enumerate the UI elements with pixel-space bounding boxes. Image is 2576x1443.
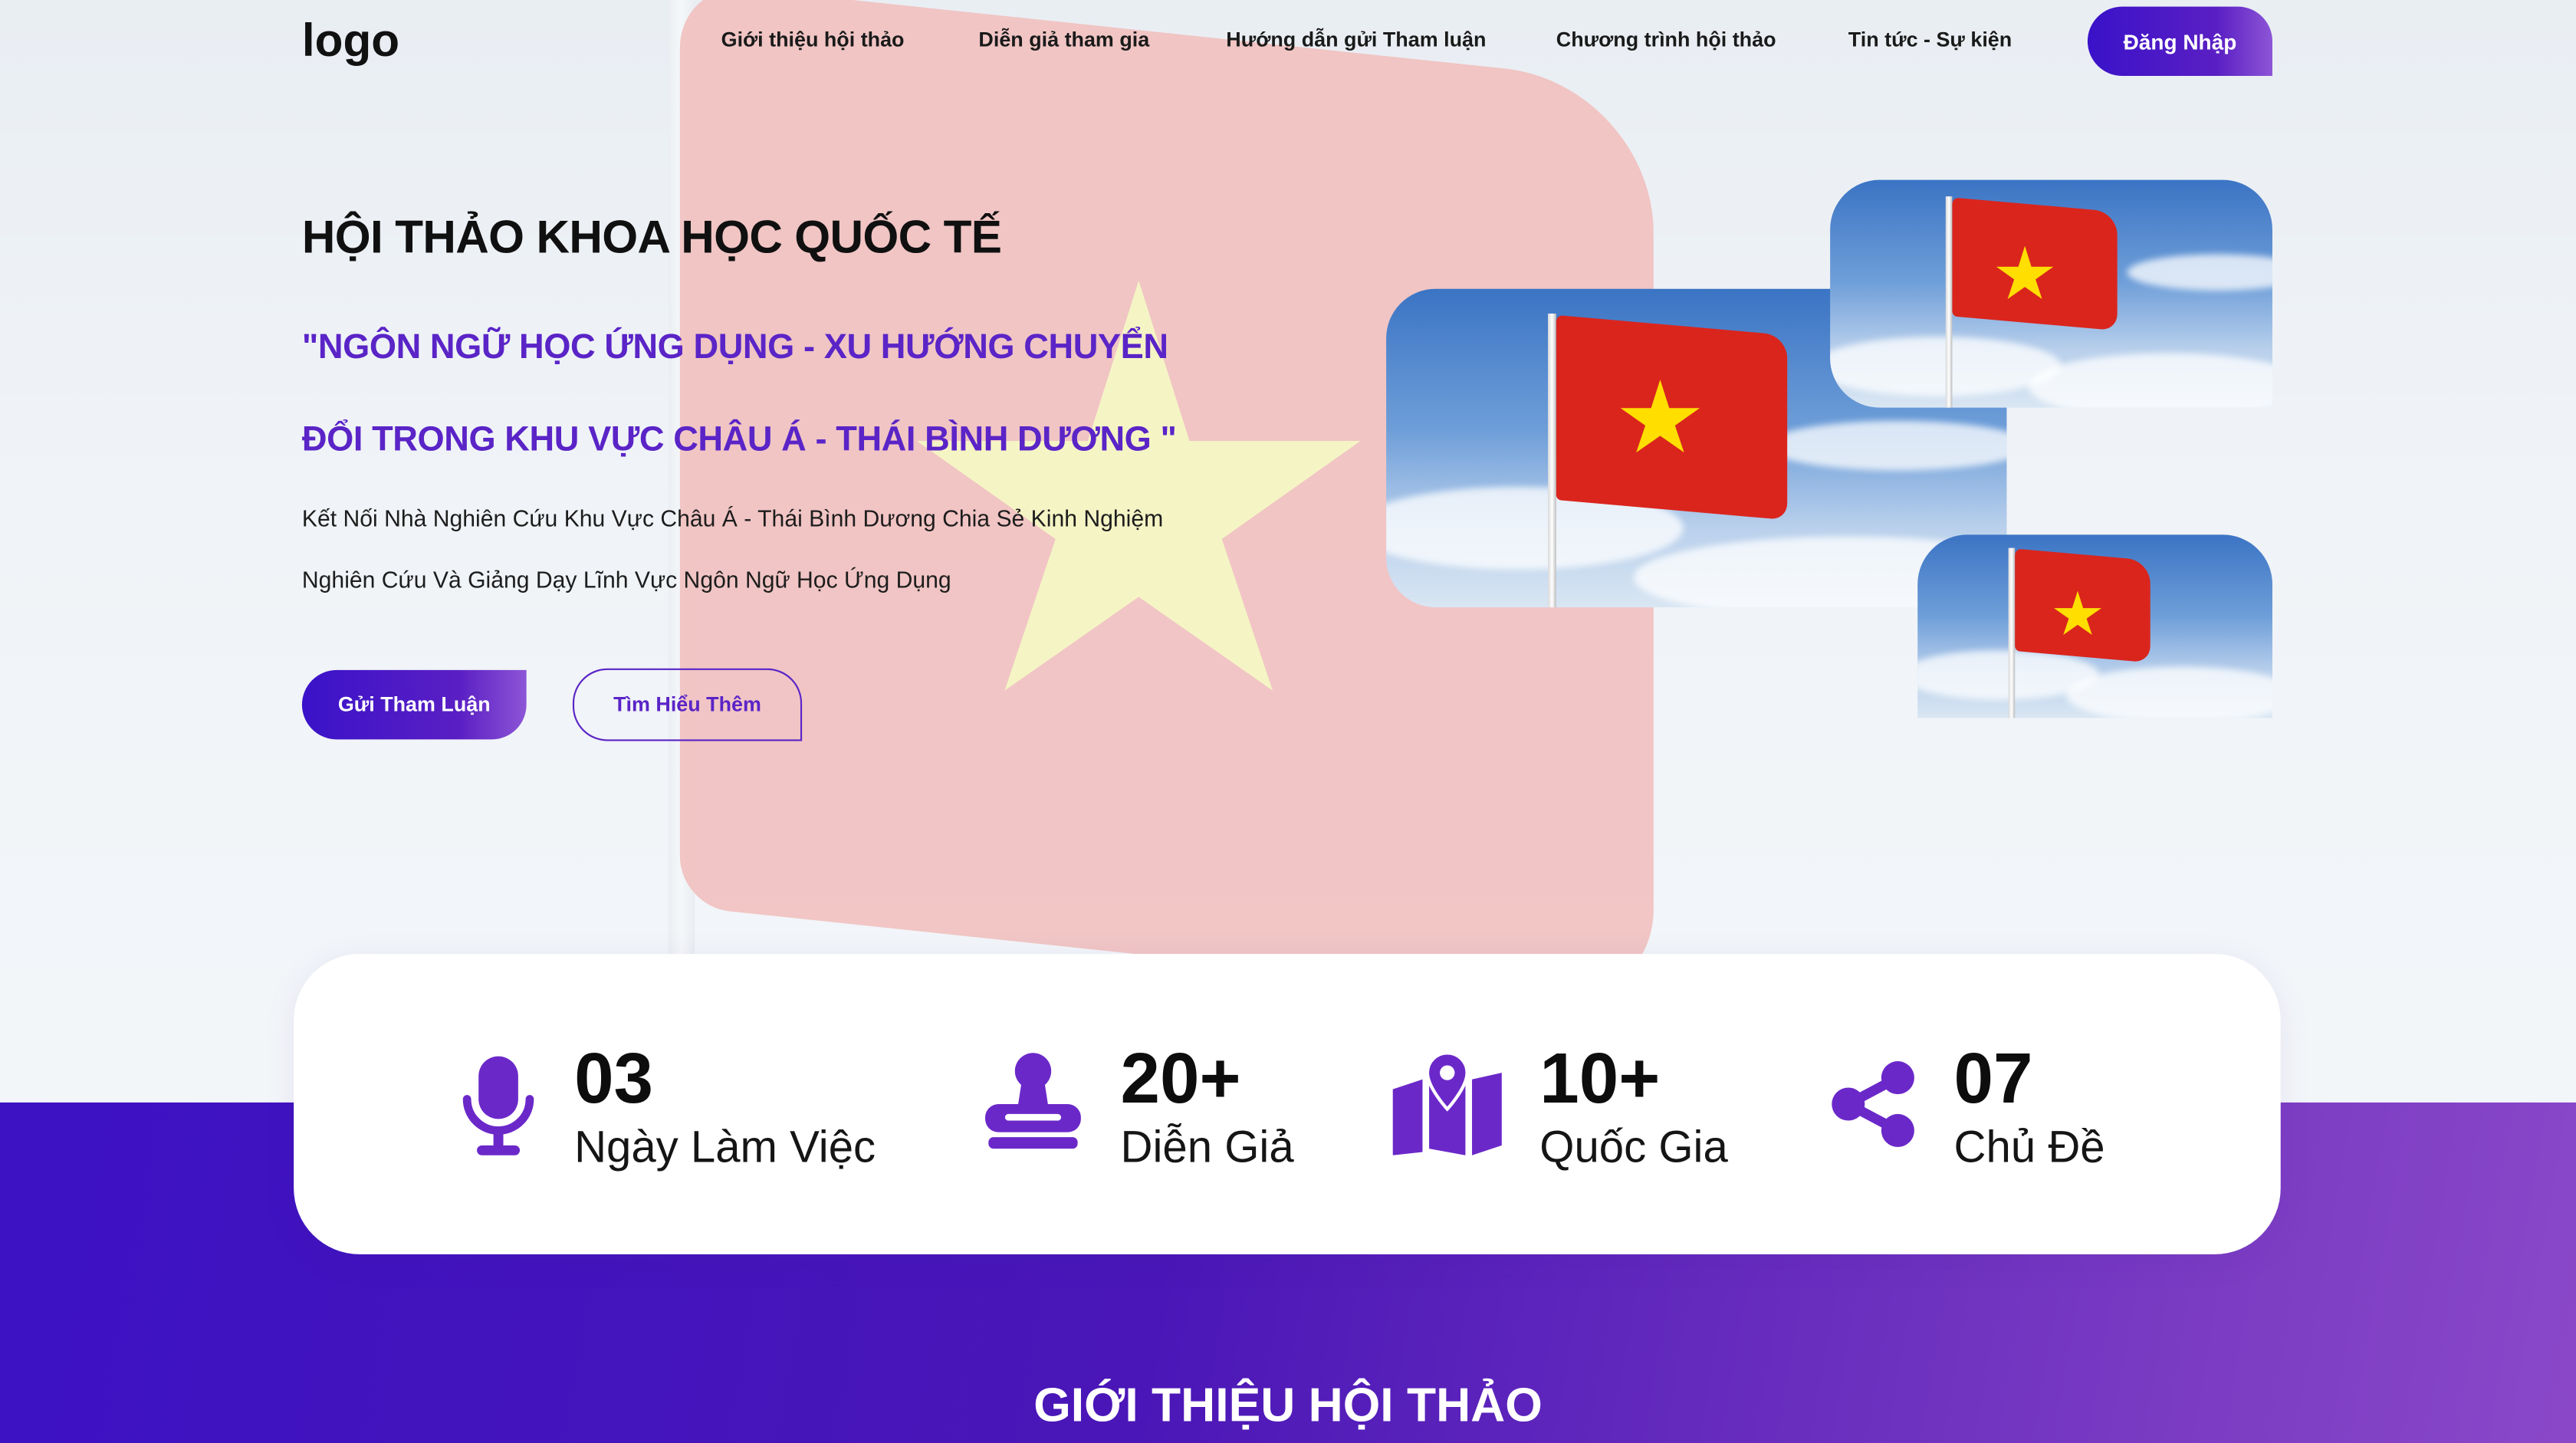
- section-title: GIỚI THIỆU HỘI THẢO: [1033, 1379, 1543, 1433]
- stat-label: Quốc Gia: [1539, 1122, 1728, 1172]
- hero-title: HỘI THẢO KHOA HỌC QUỐC TẾ: [301, 211, 1002, 263]
- flag-photo-bottom-right: [1917, 534, 2272, 718]
- stats-card: 03 Ngày Làm Việc 20+ Diễn Giả 10+ Quốc G…: [294, 954, 2281, 1254]
- stat-label: Ngày Làm Việc: [574, 1122, 876, 1172]
- microphone-icon: [462, 1056, 534, 1155]
- stamp-icon: [985, 1053, 1081, 1149]
- learn-more-button[interactable]: Tìm Hiểu Thêm: [572, 668, 803, 741]
- nav-item-chuong-trinh[interactable]: Chương trình hội thảo: [1556, 28, 1776, 51]
- hero-subtitle-line-1: "NGÔN NGỮ HỌC ỨNG DỤNG - XU HƯỚNG CHUYỂN: [301, 328, 1168, 367]
- hero-description-line-1: Kết Nối Nhà Nghiên Cứu Khu Vực Châu Á - …: [301, 505, 1164, 532]
- logo[interactable]: logo: [302, 15, 399, 67]
- stat-label: Chủ Đề: [1953, 1122, 2105, 1172]
- nav-item-huong-dan[interactable]: Hướng dẫn gửi Tham luận: [1226, 28, 1486, 51]
- stat-number: 20+: [1120, 1040, 1241, 1119]
- login-button[interactable]: Đăng Nhập: [2087, 6, 2272, 77]
- stat-label: Diễn Giả: [1120, 1122, 1294, 1172]
- flag-photo-top-right: [1830, 179, 2272, 408]
- stat-number: 03: [574, 1040, 654, 1119]
- page: logo Giới thiệu hội thảo Diễn giả tham g…: [0, 0, 2576, 1443]
- hero-description-line-2: Nghiên Cứu Và Giảng Dạy Lĩnh Vực Ngôn Ng…: [301, 566, 951, 593]
- stat-number: 10+: [1539, 1040, 1661, 1119]
- nav-item-gioi-thieu[interactable]: Giới thiệu hội thảo: [721, 28, 905, 51]
- stat-number: 07: [1953, 1040, 2033, 1119]
- nav-item-dien-gia[interactable]: Diễn giả tham gia: [978, 28, 1149, 51]
- submit-paper-button[interactable]: Gửi Tham Luận: [301, 669, 527, 740]
- share-icon: [1832, 1061, 1914, 1147]
- hero-subtitle-line-2: ĐỔI TRONG KHU VỰC CHÂU Á - THÁI BÌNH DƯƠ…: [301, 420, 1177, 459]
- nav-item-tin-tuc[interactable]: Tin tức - Sự kiện: [1848, 28, 2012, 51]
- map-location-icon: [1392, 1053, 1502, 1155]
